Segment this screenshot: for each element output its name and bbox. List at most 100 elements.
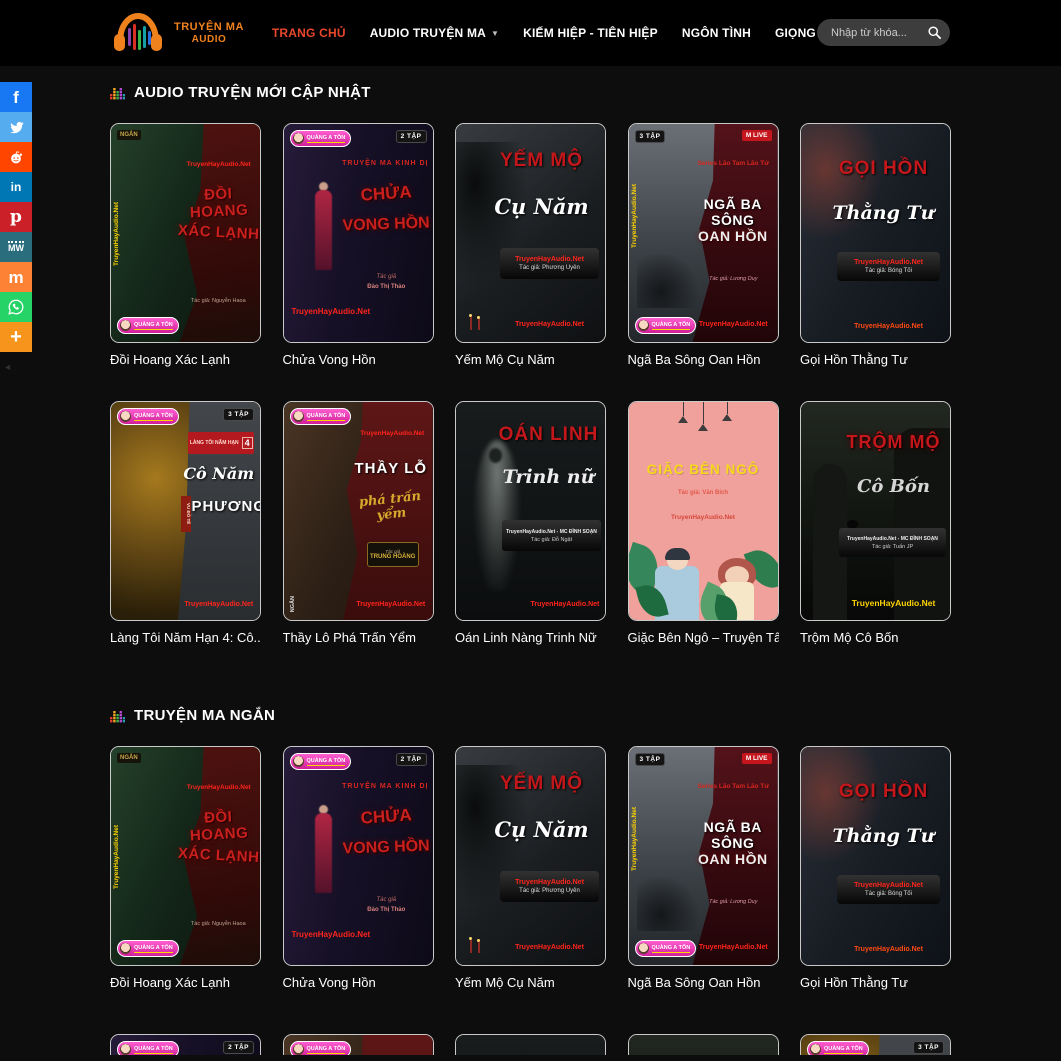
story-card[interactable]: TruyenHayAudio.NetNGẮNTruyenHayAudio.Net… bbox=[110, 746, 261, 990]
story-thumbnail[interactable]: QUÀNG A TÔN2 TẬPTRUYỆN MA KINH DỊCHỬAVON… bbox=[283, 123, 434, 343]
story-card[interactable]: QUÀNG A TÔN3 TẬPLÀNG TÔI NĂM HẠN4Cô NămV… bbox=[110, 401, 261, 645]
story-title[interactable]: Đồi Hoang Xác Lạnh bbox=[110, 352, 261, 367]
art-layer: Tác giả bbox=[340, 274, 432, 280]
story-thumbnail[interactable]: GỌI HỒNThằng TưTruyenHayAudio.NetTác giả… bbox=[800, 123, 951, 343]
main-nav: TRANG CHỦ AUDIO TRUYỆN MA ▼ KIẾM HIỆP - TI… bbox=[272, 26, 860, 40]
story-card[interactable]: TRỘM MỘCô BốnTruyenHayAudio.Net - MC ĐÌN… bbox=[800, 401, 951, 645]
channel-badge: QUÀNG A TÔN bbox=[117, 408, 179, 425]
story-card[interactable]: QUÀNG A TÔN2 TẬPTRUYỆN MA KINH DỊCHỬAVON… bbox=[110, 1034, 261, 1055]
story-thumbnail[interactable]: GỌI HỒNThằng TưTruyenHayAudio.NetTác giả… bbox=[800, 746, 951, 966]
story-thumbnail[interactable]: YẾM MỘCụ NămTruyenHayAudio.NetTác giả: P… bbox=[455, 746, 606, 966]
nav-item-3[interactable]: NGÔN TÌNH bbox=[682, 26, 751, 40]
story-card[interactable]: GỌI HỒNThằng TưTruyenHayAudio.NetTác giả… bbox=[800, 746, 951, 990]
story-thumbnail[interactable]: OÁN LINHTrinh nữTruyenHayAudio.Net - MC … bbox=[455, 401, 606, 621]
share-mix-icon[interactable]: m bbox=[0, 262, 32, 292]
share-more-icon[interactable]: + bbox=[0, 322, 32, 352]
story-card[interactable]: OÁN LINHTrinh nữTruyenHayAudio.Net - MC … bbox=[455, 1034, 606, 1055]
search-input[interactable] bbox=[829, 26, 927, 40]
story-card[interactable]: TruyenHayAudio.Net3 TẬPM LIVESeries Lão … bbox=[628, 123, 779, 367]
length-badge: NGẮN bbox=[290, 596, 296, 612]
collapse-arrow-icon[interactable]: ◄ bbox=[3, 362, 12, 372]
story-title[interactable]: Chửa Vong Hồn bbox=[283, 975, 434, 990]
art-layer: Tác giả bbox=[340, 897, 432, 903]
story-grid: TruyenHayAudio.NetNGẮNTruyenHayAudio.Net… bbox=[110, 746, 951, 1024]
story-title[interactable]: Gọi Hồn Thằng Tư bbox=[800, 352, 951, 367]
site-logo[interactable]: TRUYỆN MA AUDIO bbox=[112, 12, 244, 54]
story-thumbnail[interactable]: QUÀNG A TÔN2 TẬPTRUYỆN MA KINH DỊCHỬAVON… bbox=[110, 1034, 261, 1055]
story-title[interactable]: Yếm Mộ Cụ Năm bbox=[455, 975, 606, 990]
search-icon bbox=[927, 25, 942, 40]
story-thumbnail[interactable]: QUÀNG A TÔNTruyenHayAudio.NetTHẦY LỖphá … bbox=[283, 1034, 434, 1055]
side-badge: VU ĐỒ TẾ bbox=[181, 496, 191, 532]
art-layer: Cô Bốn bbox=[839, 476, 948, 497]
art-layer bbox=[470, 940, 472, 953]
story-title[interactable]: Ngã Ba Sông Oan Hồn bbox=[628, 975, 779, 990]
story-title[interactable]: Yếm Mộ Cụ Năm bbox=[455, 352, 606, 367]
art-layer: Tác giả: Phương Uyên bbox=[519, 265, 580, 271]
story-title[interactable]: Trộm Mộ Cô Bốn bbox=[800, 630, 951, 645]
art-layer bbox=[665, 548, 690, 560]
story-card[interactable]: QUÀNG A TÔNTruyenHayAudio.NetTHẦY LỖphá … bbox=[283, 1034, 434, 1055]
story-thumbnail[interactable]: OÁN LINHTrinh nữTruyenHayAudio.Net - MC … bbox=[455, 1034, 606, 1055]
art-layer: ĐỒI HOANG bbox=[176, 184, 261, 222]
share-facebook-icon[interactable]: f bbox=[0, 82, 32, 112]
story-thumbnail[interactable]: TruyenHayAudio.Net3 TẬPM LIVESeries Lão … bbox=[628, 123, 779, 343]
share-reddit-icon[interactable] bbox=[0, 142, 32, 172]
avatar bbox=[293, 133, 304, 144]
story-title[interactable]: Làng Tôi Năm Hạn 4: Cô... bbox=[110, 630, 261, 645]
story-title[interactable]: Chửa Vong Hồn bbox=[283, 352, 434, 367]
story-title[interactable]: Giặc Bên Ngô – Truyện Tâ... bbox=[628, 630, 779, 645]
channel-badge: QUÀNG A TÔN bbox=[635, 940, 697, 957]
art-layer: Tác giả: Bóng Tối bbox=[865, 891, 912, 897]
story-card[interactable]: QUÀNG A TÔN3 TẬPLÀNG TÔI NĂM HẠN4Cô NămV… bbox=[800, 1034, 951, 1055]
share-twitter-icon[interactable] bbox=[0, 112, 32, 142]
story-thumbnail[interactable]: QUÀNG A TÔN3 TẬPLÀNG TÔI NĂM HẠN4Cô NămV… bbox=[110, 401, 261, 621]
story-card[interactable]: OÁN LINHTrinh nữTruyenHayAudio.Net - MC … bbox=[455, 401, 606, 645]
story-thumbnail[interactable]: GIẶC BÊN NGÔTác giả: Văn BíchTruyenHayAu… bbox=[628, 401, 779, 621]
story-thumbnail[interactable]: TRỘM MỘCô BốnTruyenHayAudio.Net - MC ĐÌN… bbox=[800, 401, 951, 621]
story-card[interactable]: YẾM MỘCụ NămTruyenHayAudio.NetTác giả: P… bbox=[455, 746, 606, 990]
site-watermark: TruyenHayAudio.Net bbox=[180, 161, 258, 168]
story-title[interactable]: Gọi Hồn Thằng Tư bbox=[800, 975, 951, 990]
story-card[interactable]: QUÀNG A TÔN2 TẬPTRUYỆN MA KINH DỊCHỬAVON… bbox=[283, 123, 434, 367]
story-thumbnail[interactable]: TruyenHayAudio.NetNGẮNTruyenHayAudio.Net… bbox=[110, 746, 261, 966]
art-layer bbox=[456, 1035, 605, 1055]
art-layer: VONG HỒN bbox=[340, 214, 433, 235]
story-thumbnail[interactable]: YẾM MỘCụ NămTruyenHayAudio.NetTác giả: P… bbox=[455, 123, 606, 343]
site-watermark: TruyenHayAudio.Net bbox=[180, 784, 258, 791]
story-title[interactable]: Thầy Lô Phá Trấn Yểm bbox=[283, 630, 434, 645]
art-layer bbox=[637, 877, 697, 931]
art-layer: QUÀNG A TÔN bbox=[134, 945, 173, 953]
story-card[interactable]: YẾM MỘCụ NămTruyenHayAudio.NetTác giả: P… bbox=[455, 123, 606, 367]
nav-item-0[interactable]: TRANG CHỦ bbox=[272, 26, 346, 40]
story-title[interactable]: Đồi Hoang Xác Lạnh bbox=[110, 975, 261, 990]
story-thumbnail[interactable]: QUÀNG A TÔN2 TẬPTRUYỆN MA KINH DỊCHỬAVON… bbox=[283, 746, 434, 966]
story-thumbnail[interactable]: QUÀNG A TÔN3 TẬPLÀNG TÔI NĂM HẠN4Cô NămV… bbox=[800, 1034, 951, 1055]
story-card[interactable]: GIẶC BÊN NGÔTác giả: Văn BíchTruyenHayAu… bbox=[628, 401, 779, 645]
story-thumbnail[interactable]: TruyenHayAudio.NetNGẮNTruyenHayAudio.Net… bbox=[110, 123, 261, 343]
share-pinterest-icon[interactable]: p bbox=[0, 202, 32, 232]
story-thumbnail[interactable]: TruyenHayAudio.Net3 TẬPM LIVESeries Lão … bbox=[628, 746, 779, 966]
art-layer: TRUYỆN MA KINH DỊ bbox=[340, 160, 430, 167]
episodes-badge: 2 TẬP bbox=[396, 130, 427, 143]
story-card[interactable]: GỌI HỒNThằng TưTruyenHayAudio.NetTác giả… bbox=[800, 123, 951, 367]
story-card[interactable]: QUÀNG A TÔNTruyenHayAudio.NetTHẦY LỖphá … bbox=[283, 401, 434, 645]
share-linkedin-icon[interactable]: in bbox=[0, 172, 32, 202]
author-box: TruyenHayAudio.NetTác giả: Phương Uyên bbox=[500, 248, 599, 279]
story-thumbnail[interactable]: QUÀNG A TÔNTruyenHayAudio.NetTHẦY LỖphá … bbox=[283, 401, 434, 621]
search-button[interactable] bbox=[927, 25, 942, 40]
art-layer: TRUNG HOÀNG bbox=[370, 554, 415, 560]
story-card[interactable]: TruyenHayAudio.NetNGẮNTruyenHayAudio.Net… bbox=[110, 123, 261, 367]
story-thumbnail[interactable]: TRỘM MỘCô BốnTruyenHayAudio.Net - MC ĐÌN… bbox=[628, 1034, 779, 1055]
nav-item-1[interactable]: AUDIO TRUYỆN MA ▼ bbox=[370, 26, 499, 40]
watermark-vertical: TruyenHayAudio.Net bbox=[113, 202, 120, 266]
story-title[interactable]: Ngã Ba Sông Oan Hồn bbox=[628, 352, 779, 367]
site-watermark: TruyenHayAudio.Net bbox=[837, 323, 940, 330]
share-mewe-icon[interactable]: MW bbox=[0, 232, 32, 262]
story-card[interactable]: QUÀNG A TÔN2 TẬPTRUYỆN MA KINH DỊCHỬAVON… bbox=[283, 746, 434, 990]
story-card[interactable]: TruyenHayAudio.Net3 TẬPM LIVESeries Lão … bbox=[628, 746, 779, 990]
story-card[interactable]: TRỘM MỘCô BốnTruyenHayAudio.Net - MC ĐÌN… bbox=[628, 1034, 779, 1055]
share-whatsapp-icon[interactable] bbox=[0, 292, 32, 322]
nav-item-2[interactable]: KIẾM HIỆP - TIÊN HIỆP bbox=[523, 26, 658, 40]
story-title[interactable]: Oán Linh Nàng Trinh Nữ bbox=[455, 630, 606, 645]
